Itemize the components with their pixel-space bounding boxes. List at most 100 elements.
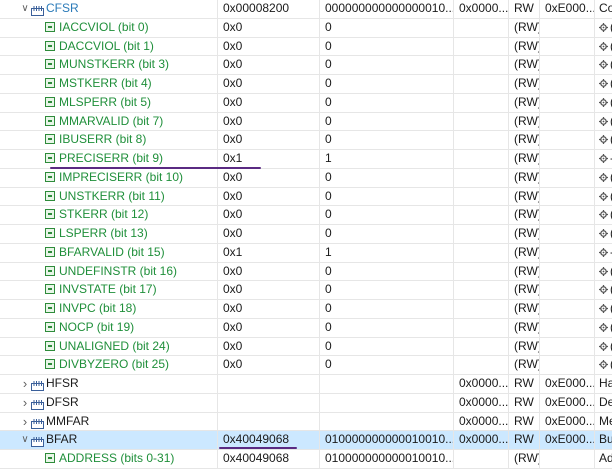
binary-value-cell[interactable]: 0: [320, 318, 454, 337]
hex-value-cell[interactable]: 0x0: [218, 131, 320, 149]
tree-row-preciserr[interactable]: PRECISERR (bit 9) 0x11 (RW) -: [0, 150, 612, 169]
tree-row-hfsr[interactable]: › HFSR 0x0000... RW 0xE000... Ha: [0, 375, 612, 394]
description-cell: Co: [595, 0, 612, 18]
tree-row-bfar[interactable]: ∨ BFAR 0x40049068 010000000000010010... 0x00…: [0, 431, 612, 450]
tree-row-iaccviol[interactable]: IACCVIOL (bit 0) 0x00 (RW) (: [0, 18, 612, 38]
hex-value-cell[interactable]: 0x0: [218, 300, 320, 318]
tree-row-dfsr[interactable]: › DFSR 0x0000... RW 0xE000... De: [0, 393, 612, 413]
bitfield-icon: [45, 78, 55, 88]
gear-icon: [599, 170, 608, 182]
binary-value-cell[interactable]: 0: [320, 168, 454, 187]
chevron-down-icon[interactable]: ∨: [20, 0, 30, 18]
hex-value-cell[interactable]: [218, 393, 320, 412]
description-text: Ha: [599, 376, 612, 390]
binary-value-cell[interactable]: 1: [320, 150, 454, 168]
tree-row-undefinstr[interactable]: UNDEFINSTR (bit 16) 0x00 (RW) (: [0, 262, 612, 282]
field-name: ADDRESS (bits 0-31): [59, 451, 175, 465]
hex-value-cell[interactable]: 0x00008200: [218, 0, 320, 18]
chevron-right-icon[interactable]: ›: [20, 394, 30, 412]
tree-row-ibuserr[interactable]: IBUSERR (bit 8) 0x00 (RW) (: [0, 131, 612, 150]
hex-value-cell[interactable]: 0x0: [218, 281, 320, 299]
gear-icon: [599, 76, 608, 88]
hex-value-cell[interactable]: 0x0: [218, 112, 320, 131]
binary-value-cell[interactable]: 0: [320, 262, 454, 281]
tree-row-lsperr[interactable]: LSPERR (bit 13) 0x00 (RW) (: [0, 225, 612, 244]
tree-row-impreciserr[interactable]: IMPRECISERR (bit 10) 0x00 (RW) (: [0, 168, 612, 188]
chevron-right-icon[interactable]: ›: [20, 413, 30, 431]
binary-value-cell[interactable]: 0: [320, 93, 454, 112]
binary-value-cell[interactable]: [320, 375, 454, 393]
tree-row-stkerr[interactable]: STKERR (bit 12) 0x00 (RW) (: [0, 206, 612, 225]
hex-value-cell[interactable]: 0x0: [218, 75, 320, 93]
hex-value-cell[interactable]: 0x1: [218, 150, 320, 168]
tree-row-mmarvalid[interactable]: MMARVALID (bit 7) 0x00 (RW) (: [0, 112, 612, 132]
binary-value-cell[interactable]: 0: [320, 56, 454, 74]
hex-value-cell[interactable]: 0x0: [218, 37, 320, 56]
hex-value-cell[interactable]: [218, 412, 320, 431]
binary-value-cell[interactable]: 0: [320, 18, 454, 37]
bfar-value-annotation-underline: [219, 447, 297, 449]
tree-row-mstkerr[interactable]: MSTKERR (bit 4) 0x00 (RW) (: [0, 75, 612, 94]
hex-value-cell[interactable]: 0x0: [218, 56, 320, 74]
tree-row-address[interactable]: ADDRESS (bits 0-31) 0x40049068 01000000000…: [0, 450, 612, 469]
hex-value-cell[interactable]: 0x0: [218, 187, 320, 206]
bitfield-icon: [45, 246, 55, 257]
binary-value-cell[interactable]: 0: [320, 131, 454, 149]
hex-value-cell[interactable]: 0x0: [218, 356, 320, 374]
binary-value-cell[interactable]: 1: [320, 243, 454, 262]
name-cell: ADDRESS (bits 0-31): [0, 450, 218, 468]
tree-row-invstate[interactable]: INVSTATE (bit 17) 0x00 (RW) (: [0, 281, 612, 300]
hex-value-cell[interactable]: 0x0: [218, 318, 320, 337]
binary-value-cell[interactable]: 0: [320, 281, 454, 299]
tree-row-mlsperr[interactable]: MLSPERR (bit 5) 0x00 (RW) (: [0, 93, 612, 113]
binary-value-cell[interactable]: 0: [320, 112, 454, 131]
tree-row-munstkerr[interactable]: MUNSTKERR (bit 3) 0x00 (RW) (: [0, 56, 612, 75]
field-name: MSTKERR (bit 4): [59, 76, 152, 90]
binary-value-cell[interactable]: 010000000000010010...: [320, 450, 454, 468]
hex-value-cell[interactable]: 0x0: [218, 168, 320, 187]
hex-value-cell[interactable]: 0x0: [218, 337, 320, 356]
binary-value-cell[interactable]: 0: [320, 75, 454, 93]
address-cell: 0x0000...: [454, 0, 509, 18]
hex-value-cell[interactable]: 0x0: [218, 206, 320, 224]
binary-value-cell[interactable]: [320, 412, 454, 431]
tree-row-nocp[interactable]: NOCP (bit 19) 0x00 (RW) (: [0, 318, 612, 338]
bitfield-icon: [45, 321, 55, 332]
binary-value-cell[interactable]: 0: [320, 225, 454, 243]
binary-value-cell[interactable]: 0: [320, 356, 454, 374]
address-cell: [454, 356, 509, 374]
name-cell: › DFSR: [0, 393, 218, 412]
description-cell: (: [595, 206, 612, 224]
binary-value-cell[interactable]: 000000000000000010...: [320, 0, 454, 18]
hex-value-cell[interactable]: [218, 375, 320, 393]
hex-value-cell[interactable]: 0x1: [218, 243, 320, 262]
hex-value-cell[interactable]: 0x0: [218, 18, 320, 37]
reset-value-cell: [540, 187, 595, 206]
tree-row-invpc[interactable]: INVPC (bit 18) 0x00 (RW) (: [0, 300, 612, 319]
tree-row-daccviol[interactable]: DACCVIOL (bit 1) 0x00 (RW) (: [0, 37, 612, 57]
access-cell: RW: [509, 375, 540, 393]
chevron-right-icon[interactable]: ›: [20, 375, 30, 393]
tree-row-unstkerr[interactable]: UNSTKERR (bit 11) 0x00 (RW) (: [0, 187, 612, 207]
tree-row-mmfar[interactable]: › MMFAR 0x0000...RW0xE000... Me: [0, 412, 612, 432]
hex-value-cell[interactable]: 0x0: [218, 93, 320, 112]
tree-row-unaligned[interactable]: UNALIGNED (bit 24) 0x00 (RW) (: [0, 337, 612, 357]
binary-value-cell[interactable]: 0: [320, 37, 454, 56]
binary-value-cell[interactable]: 010000000000010010...: [320, 431, 454, 449]
tree-row-divbyzero[interactable]: DIVBYZERO (bit 25) 0x00 (RW) (: [0, 356, 612, 375]
bitfield-icon: [45, 209, 55, 220]
hex-value-cell[interactable]: 0x0: [218, 225, 320, 243]
binary-value-cell[interactable]: 0: [320, 206, 454, 224]
binary-value-cell[interactable]: [320, 393, 454, 412]
register-icon: [31, 417, 44, 429]
reset-value-cell: [540, 281, 595, 299]
tree-row-bfarvalid[interactable]: BFARVALID (bit 15) 0x11 (RW) -: [0, 243, 612, 263]
tree-row-cfsr[interactable]: ∨ CFSR 0x00008200 000000000000000010... 0x00…: [0, 0, 612, 19]
binary-value-cell[interactable]: 0: [320, 337, 454, 356]
hex-value-cell[interactable]: 0x40049068: [218, 450, 320, 468]
gear-icon: [599, 357, 608, 370]
chevron-down-icon[interactable]: ∨: [20, 431, 30, 449]
binary-value-cell[interactable]: 0: [320, 300, 454, 318]
binary-value-cell[interactable]: 0: [320, 187, 454, 206]
hex-value-cell[interactable]: 0x0: [218, 262, 320, 281]
